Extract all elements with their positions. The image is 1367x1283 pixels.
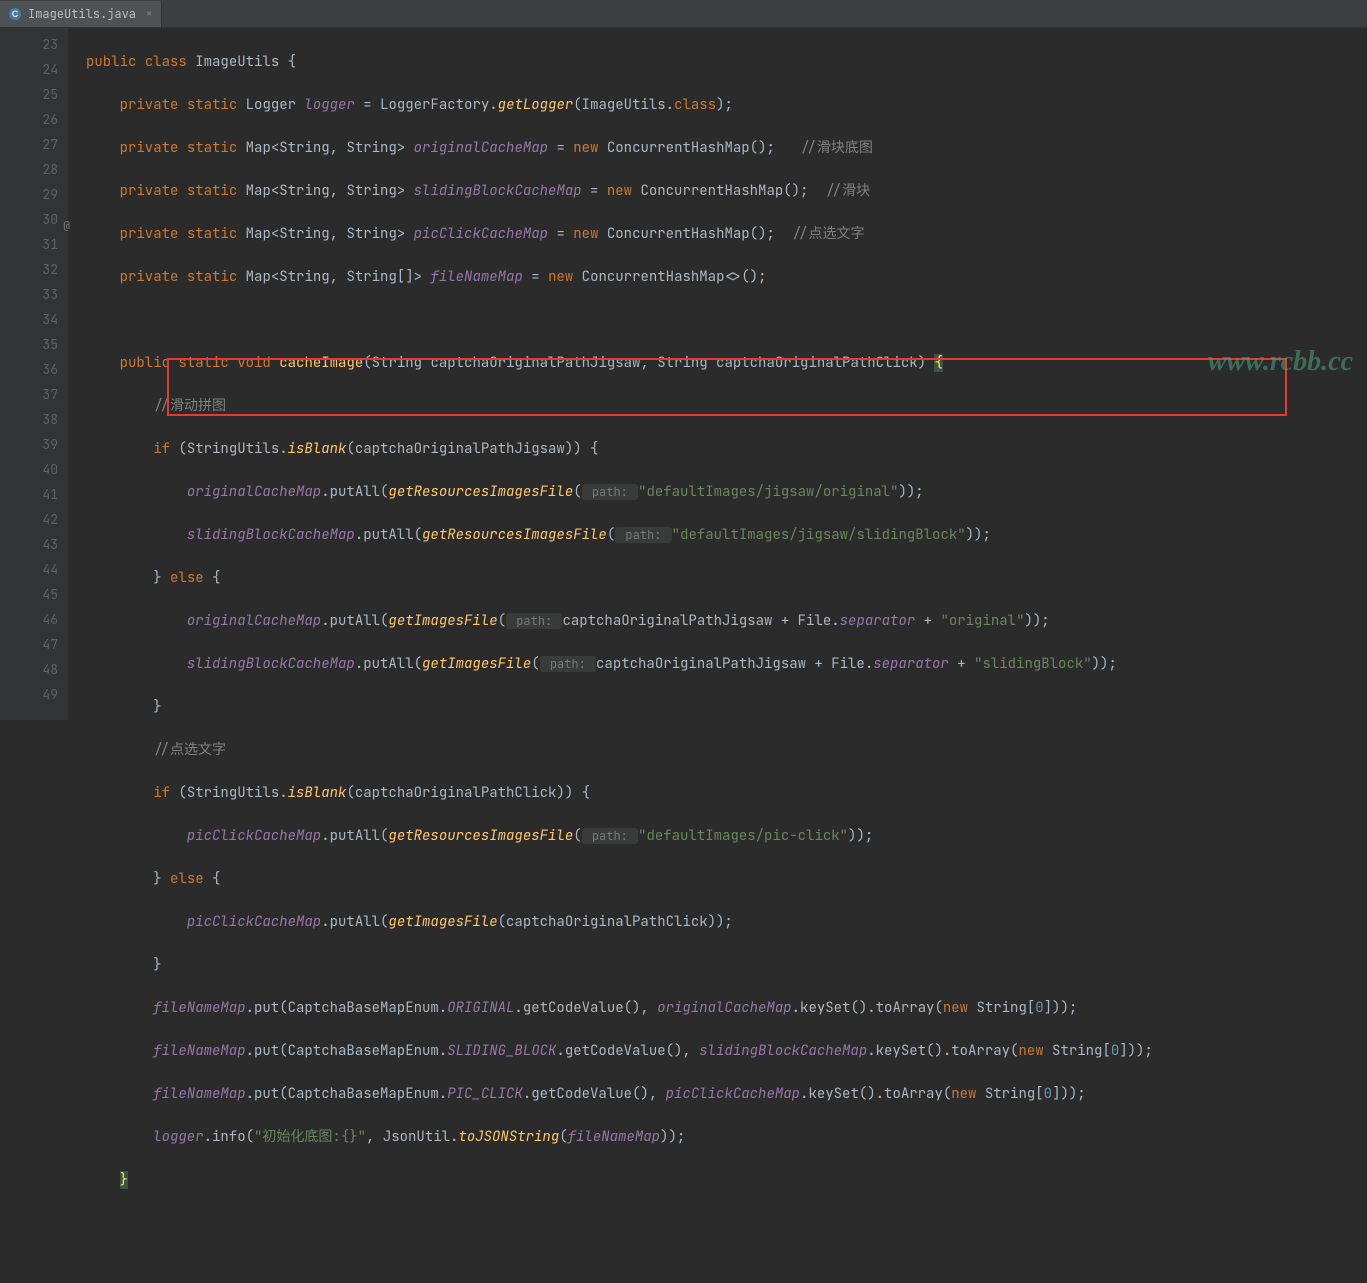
line-number: 32 (0, 257, 68, 282)
line-number: 34 (0, 307, 68, 332)
gutter: 23 24 25 26 27 28 29 30@ 31 32 33 34 35 … (0, 28, 68, 720)
code-line: fileNameMap.put(CaptchaBaseMapEnum.PIC_C… (86, 1082, 1367, 1107)
code-line: fileNameMap.put(CaptchaBaseMapEnum.SLIDI… (86, 1039, 1367, 1064)
line-number: 47 (0, 632, 68, 657)
code-line: private static Map<String, String> slidi… (86, 179, 1367, 204)
line-number: 29 (0, 182, 68, 207)
line-number: 37 (0, 382, 68, 407)
tab-filename: ImageUtils.java (28, 6, 136, 22)
svg-text:C: C (12, 9, 19, 19)
code-line: public static void cacheImage(String cap… (86, 351, 1367, 376)
code-line: } (86, 953, 1367, 978)
code-line: originalCacheMap.putAll(getResourcesImag… (86, 480, 1367, 505)
tab-bar: C ImageUtils.java × (0, 0, 1367, 28)
code-line: } else { (86, 867, 1367, 892)
line-number: 23 (0, 32, 68, 57)
line-number: 39 (0, 432, 68, 457)
line-number: 49 (0, 682, 68, 707)
editor-tab[interactable]: C ImageUtils.java × (0, 1, 162, 27)
java-class-icon: C (8, 7, 22, 21)
line-number: 35 (0, 332, 68, 357)
code-line: slidingBlockCacheMap.putAll(getResources… (86, 523, 1367, 548)
line-number: 26 (0, 107, 68, 132)
tab-close-icon[interactable]: × (146, 7, 153, 21)
line-number: 44 (0, 557, 68, 582)
code-line: originalCacheMap.putAll(getImagesFile( p… (86, 609, 1367, 634)
line-number: 31 (0, 232, 68, 257)
code-line: private static Map<String, String> picCl… (86, 222, 1367, 247)
line-number: 41 (0, 482, 68, 507)
line-number: 30@ (0, 207, 68, 232)
code-line: picClickCacheMap.putAll(getResourcesImag… (86, 824, 1367, 849)
line-number: 42 (0, 507, 68, 532)
line-number: 45 (0, 582, 68, 607)
line-number: 46 (0, 607, 68, 632)
code-line: private static Logger logger = LoggerFac… (86, 93, 1367, 118)
code-line: private static Map<String, String[]> fil… (86, 265, 1367, 290)
line-number: 27 (0, 132, 68, 157)
line-number: 43 (0, 532, 68, 557)
code-line: } else { (86, 566, 1367, 591)
code-line: } (86, 1168, 1367, 1193)
code-line: } (86, 695, 1367, 720)
code-line: private static Map<String, String> origi… (86, 136, 1367, 161)
code-line: slidingBlockCacheMap.putAll(getImagesFil… (86, 652, 1367, 677)
code-line: picClickCacheMap.putAll(getImagesFile(ca… (86, 910, 1367, 935)
code-line: //滑动拼图 (86, 394, 1367, 419)
code-line: fileNameMap.put(CaptchaBaseMapEnum.ORIGI… (86, 996, 1367, 1021)
line-number: 25 (0, 82, 68, 107)
code-line: logger.info("初始化底图:{}", JsonUtil.toJSONS… (86, 1125, 1367, 1150)
code-line: //点选文字 (86, 738, 1367, 763)
line-number: 48 (0, 657, 68, 682)
line-number: 40 (0, 457, 68, 482)
line-number: 38 (0, 407, 68, 432)
code-editor[interactable]: 23 24 25 26 27 28 29 30@ 31 32 33 34 35 … (0, 28, 1367, 720)
code-line: if (StringUtils.isBlank(captchaOriginalP… (86, 437, 1367, 462)
code-line: public class ImageUtils { (86, 50, 1367, 75)
code-area[interactable]: public class ImageUtils { private static… (68, 28, 1367, 720)
code-line: if (StringUtils.isBlank(captchaOriginalP… (86, 781, 1367, 806)
code-line (86, 308, 1367, 333)
line-number: 24 (0, 57, 68, 82)
line-number: 28 (0, 157, 68, 182)
line-number: 36 (0, 357, 68, 382)
line-number: 33 (0, 282, 68, 307)
